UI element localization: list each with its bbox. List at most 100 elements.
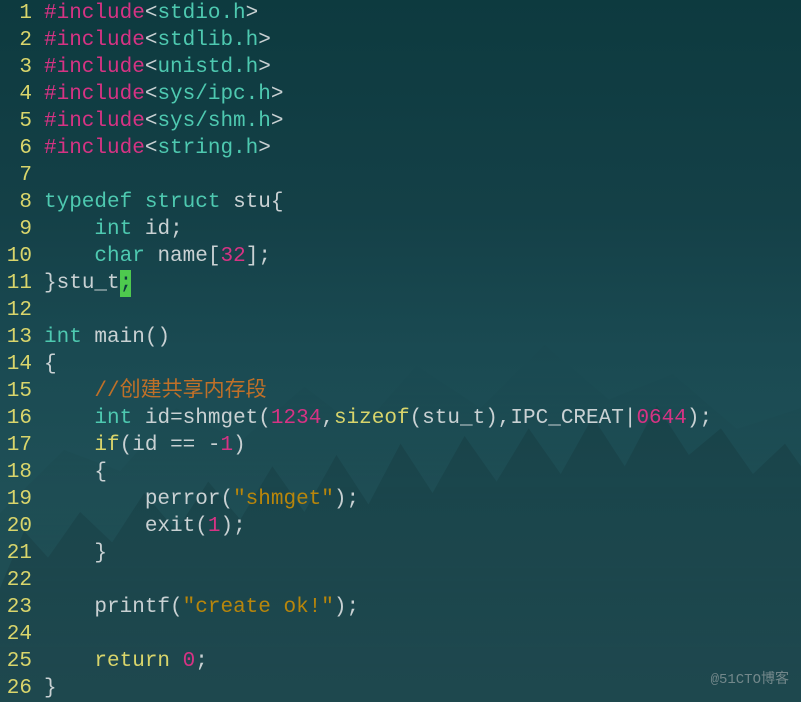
code-content[interactable]: #include<sys/ipc.h> <box>44 81 801 108</box>
token-angle: > <box>258 56 271 79</box>
code-content[interactable]: } <box>44 540 801 567</box>
line-number: 4 <box>0 81 44 108</box>
code-content[interactable]: int id; <box>44 216 801 243</box>
code-content[interactable]: typedef struct stu{ <box>44 189 801 216</box>
code-line[interactable]: 3#include<unistd.h> <box>0 54 801 81</box>
token-op <box>132 191 145 214</box>
code-line[interactable]: 14{ <box>0 351 801 378</box>
token-brace: } <box>44 272 57 295</box>
token-func-call: printf <box>94 596 170 619</box>
code-content[interactable] <box>44 297 801 324</box>
token-ident: id <box>132 434 170 457</box>
code-line[interactable]: 26} <box>0 675 801 702</box>
code-line[interactable]: 9 int id; <box>0 216 801 243</box>
token-num: 644 <box>649 407 687 430</box>
code-content[interactable]: if(id == -1) <box>44 432 801 459</box>
code-line[interactable]: 10 char name[32]; <box>0 243 801 270</box>
code-line[interactable]: 22 <box>0 567 801 594</box>
code-line[interactable]: 21 } <box>0 540 801 567</box>
code-line[interactable]: 25 return 0; <box>0 648 801 675</box>
code-line[interactable]: 11}stu_t; <box>0 270 801 297</box>
token-header-name: sys/ipc.h <box>157 83 270 106</box>
token-angle: > <box>271 110 284 133</box>
token-op <box>44 407 94 430</box>
code-line[interactable]: 8typedef struct stu{ <box>0 189 801 216</box>
token-paren: ( <box>410 407 423 430</box>
code-line[interactable]: 7 <box>0 162 801 189</box>
line-number: 6 <box>0 135 44 162</box>
code-line[interactable]: 5#include<sys/shm.h> <box>0 108 801 135</box>
code-content[interactable]: #include<stdio.h> <box>44 0 801 27</box>
code-line[interactable]: 15 //创建共享内存段 <box>0 378 801 405</box>
token-op: - <box>208 434 221 457</box>
token-op: == <box>170 434 195 457</box>
token-angle: > <box>258 29 271 52</box>
code-line[interactable]: 23 printf("create ok!"); <box>0 594 801 621</box>
code-content[interactable] <box>44 567 801 594</box>
code-content[interactable]: perror("shmget"); <box>44 486 801 513</box>
token-op <box>44 380 94 403</box>
token-str: "create ok!" <box>183 596 334 619</box>
code-content[interactable]: #include<sys/shm.h> <box>44 108 801 135</box>
token-preproc: #include <box>44 110 145 133</box>
line-number: 3 <box>0 54 44 81</box>
code-content[interactable] <box>44 162 801 189</box>
code-line[interactable]: 16 int id=shmget(1234,sizeof(stu_t),IPC_… <box>0 405 801 432</box>
token-op <box>44 434 94 457</box>
code-content[interactable]: return 0; <box>44 648 801 675</box>
token-typedef: typedef <box>44 191 132 214</box>
token-op: ; <box>347 488 360 511</box>
token-paren: () <box>145 326 170 349</box>
token-comment: //创建共享内存段 <box>94 380 266 403</box>
token-ident: name <box>157 245 207 268</box>
code-content[interactable]: { <box>44 351 801 378</box>
code-content[interactable]: #include<unistd.h> <box>44 54 801 81</box>
code-line[interactable]: 19 perror("shmget"); <box>0 486 801 513</box>
code-content[interactable]: exit(1); <box>44 513 801 540</box>
line-number: 25 <box>0 648 44 675</box>
code-line[interactable]: 1#include<stdio.h> <box>0 0 801 27</box>
token-ident: id <box>145 407 170 430</box>
code-line[interactable]: 4#include<sys/ipc.h> <box>0 81 801 108</box>
code-content[interactable]: char name[32]; <box>44 243 801 270</box>
code-content[interactable]: printf("create ok!"); <box>44 594 801 621</box>
token-paren: ) <box>687 407 700 430</box>
code-content[interactable] <box>44 621 801 648</box>
token-type: int <box>94 218 132 241</box>
token-op: , <box>321 407 334 430</box>
token-ident: stu <box>233 191 271 214</box>
code-line[interactable]: 6#include<string.h> <box>0 135 801 162</box>
code-content[interactable]: int main() <box>44 324 801 351</box>
line-number: 24 <box>0 621 44 648</box>
line-number: 23 <box>0 594 44 621</box>
code-line[interactable]: 20 exit(1); <box>0 513 801 540</box>
token-if-kw: if <box>94 434 119 457</box>
token-preproc: #include <box>44 137 145 160</box>
token-type: char <box>94 245 144 268</box>
code-content[interactable]: #include<string.h> <box>44 135 801 162</box>
token-brace: { <box>271 191 284 214</box>
code-line[interactable]: 17 if(id == -1) <box>0 432 801 459</box>
token-type: int <box>44 326 82 349</box>
code-line[interactable]: 18 { <box>0 459 801 486</box>
code-line[interactable]: 24 <box>0 621 801 648</box>
token-angle: < <box>145 137 158 160</box>
token-op <box>220 191 233 214</box>
token-paren: ( <box>220 488 233 511</box>
token-brace: } <box>94 542 107 565</box>
code-editor[interactable]: 1#include<stdio.h>2#include<stdlib.h>3#i… <box>0 0 801 702</box>
token-func-call: perror <box>145 488 221 511</box>
code-content[interactable]: //创建共享内存段 <box>44 378 801 405</box>
token-op <box>44 596 94 619</box>
token-op: | <box>624 407 637 430</box>
code-line[interactable]: 12 <box>0 297 801 324</box>
code-line[interactable]: 13int main() <box>0 324 801 351</box>
token-angle: < <box>145 83 158 106</box>
code-content[interactable]: #include<stdlib.h> <box>44 27 801 54</box>
code-content[interactable]: } <box>44 675 801 702</box>
token-angle: < <box>145 56 158 79</box>
code-content[interactable]: }stu_t; <box>44 270 801 297</box>
code-line[interactable]: 2#include<stdlib.h> <box>0 27 801 54</box>
code-content[interactable]: { <box>44 459 801 486</box>
code-content[interactable]: int id=shmget(1234,sizeof(stu_t),IPC_CRE… <box>44 405 801 432</box>
